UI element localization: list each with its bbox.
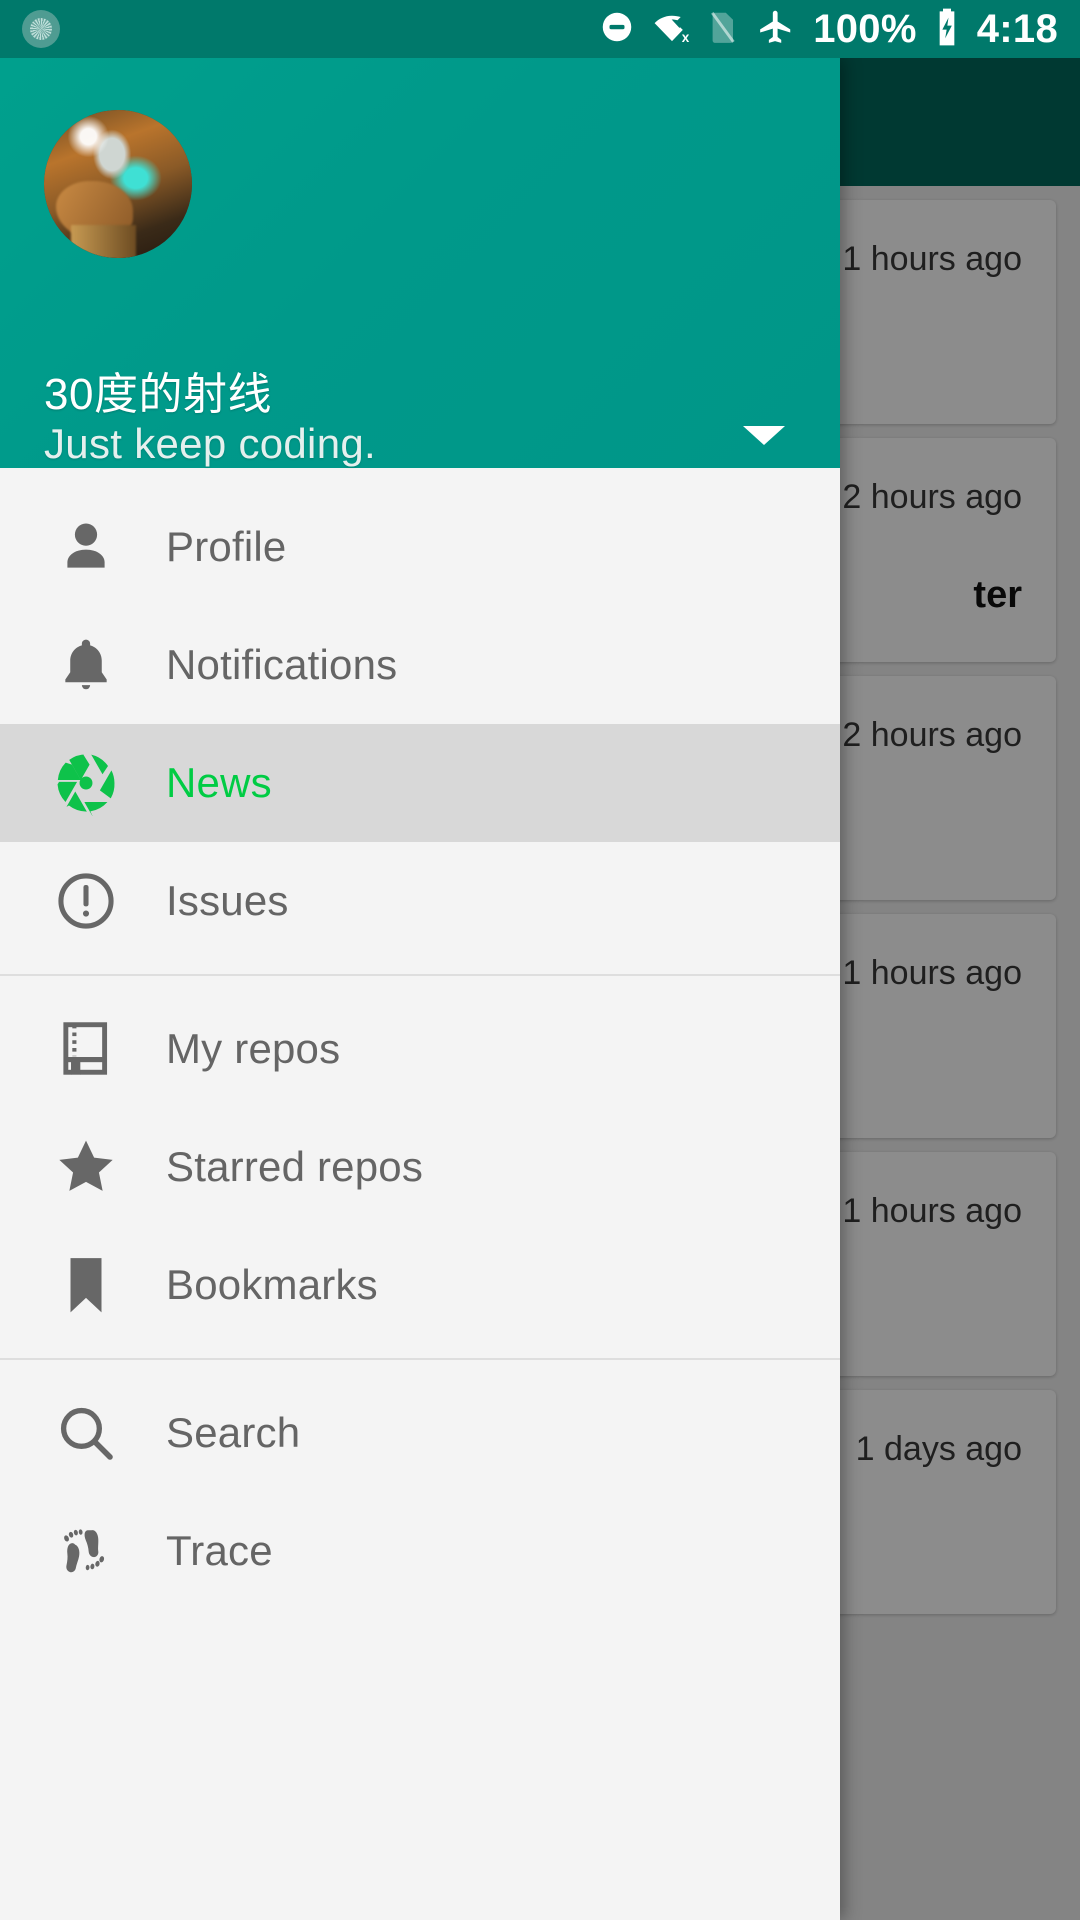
menu-item-label: Starred repos: [166, 1143, 424, 1190]
airplane-mode-icon: [756, 8, 796, 51]
battery-charging-icon: [934, 7, 960, 52]
menu-item-label: News: [166, 759, 272, 806]
svg-text:x: x: [682, 30, 690, 45]
menu-item-issues[interactable]: Issues: [0, 842, 840, 960]
menu-item-my-repos[interactable]: My repos: [0, 990, 840, 1108]
clock-label: 4:18: [976, 6, 1058, 51]
account-name: 30度的射线: [44, 370, 272, 419]
wifi-off-icon: x: [652, 9, 692, 50]
avatar-photo-detail-2: [70, 225, 136, 258]
menu-item-search[interactable]: Search: [0, 1374, 840, 1492]
menu-item-label: Profile: [166, 523, 287, 570]
no-sim-icon: [709, 9, 739, 50]
exclamation-circle-icon: [52, 867, 120, 935]
menu-item-starred-repos[interactable]: Starred repos: [0, 1108, 840, 1226]
menu-group: Profile Notifications News Issues: [0, 474, 840, 974]
avatar[interactable]: [44, 110, 192, 258]
menu-item-label: Bookmarks: [166, 1261, 378, 1308]
menu-item-news[interactable]: News: [0, 724, 840, 842]
menu-item-label: Issues: [166, 877, 289, 924]
account-tagline: Just keep coding.: [44, 420, 376, 467]
battery-percent-label: 100%: [813, 6, 917, 51]
navigation-drawer: 30度的射线 Just keep coding. Profile Notifica…: [0, 58, 840, 1920]
menu-group: My repos Starred repos Bookmarks: [0, 976, 840, 1358]
drawer-menu: Profile Notifications News Issues My repos St…: [0, 468, 840, 1920]
aperture-icon: [52, 749, 120, 817]
do-not-disturb-icon: [599, 9, 635, 50]
menu-item-trace[interactable]: Trace: [0, 1492, 840, 1610]
menu-item-label: Trace: [166, 1527, 273, 1574]
menu-item-label: Notifications: [166, 641, 398, 688]
status-bar-right: x 100% 4:18: [599, 7, 1058, 52]
bell-icon: [52, 631, 120, 699]
drawer-header[interactable]: 30度的射线 Just keep coding.: [0, 58, 840, 468]
search-icon: [52, 1399, 120, 1467]
menu-item-notifications[interactable]: Notifications: [0, 606, 840, 724]
menu-item-label: My repos: [166, 1025, 341, 1072]
app-status-icon: [22, 10, 60, 48]
status-bar: x 100% 4:18: [0, 0, 1080, 58]
person-icon: [52, 513, 120, 581]
chevron-down-glyph: [743, 425, 785, 445]
star-icon: [52, 1133, 120, 1201]
repo-book-icon: [52, 1015, 120, 1083]
menu-item-bookmarks[interactable]: Bookmarks: [0, 1226, 840, 1344]
menu-group: Search Trace: [0, 1360, 840, 1624]
menu-item-profile[interactable]: Profile: [0, 488, 840, 606]
drawer-screen: 1 hours ago 2 hours ago ter 2 hours ago 1 ho…: [0, 0, 1080, 1920]
status-bar-left: [22, 10, 60, 48]
footprints-icon: [52, 1517, 120, 1585]
menu-item-label: Search: [166, 1409, 301, 1456]
chevron-down-icon[interactable]: [734, 410, 794, 460]
bookmark-icon: [52, 1251, 120, 1319]
